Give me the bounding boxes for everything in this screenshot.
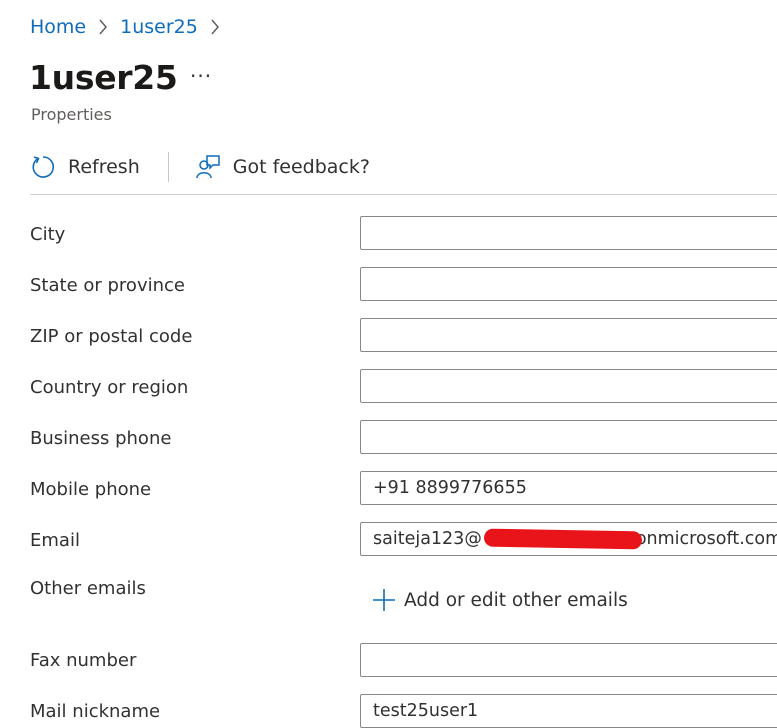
- refresh-button[interactable]: Refresh: [30, 154, 140, 180]
- plus-icon: [373, 589, 395, 611]
- page-subtitle: Properties: [31, 105, 112, 124]
- chevron-right-icon: [98, 19, 108, 35]
- mail-nickname-field[interactable]: test25user1: [360, 694, 777, 728]
- add-other-emails-button[interactable]: Add or edit other emails: [372, 588, 628, 612]
- refresh-icon: [32, 156, 55, 178]
- breadcrumb-home-link[interactable]: Home: [30, 16, 86, 38]
- page-title: 1user25: [29, 58, 178, 97]
- breadcrumb-user-link[interactable]: 1user25: [120, 16, 198, 38]
- feedback-icon: [196, 155, 220, 179]
- more-options-button[interactable]: ···: [190, 64, 212, 88]
- zip-label: ZIP or postal code: [30, 326, 193, 347]
- country-label: Country or region: [30, 377, 189, 398]
- city-field[interactable]: [360, 216, 777, 250]
- email-suffix: onmicrosoft.com: [635, 529, 777, 549]
- chevron-right-icon: [210, 19, 220, 35]
- fax-field[interactable]: [360, 643, 777, 677]
- zip-field[interactable]: [360, 318, 777, 352]
- mobile-phone-field[interactable]: +91 8899776655: [360, 471, 777, 505]
- mobile-phone-label: Mobile phone: [30, 479, 152, 500]
- add-other-emails-label: Add or edit other emails: [404, 589, 628, 611]
- toolbar-divider: [167, 152, 169, 182]
- toolbar-divider-line: [30, 194, 777, 195]
- business-phone-label: Business phone: [30, 428, 172, 449]
- redaction-mark: [483, 528, 642, 550]
- feedback-button[interactable]: Got feedback?: [195, 154, 370, 180]
- feedback-label: Got feedback?: [232, 156, 370, 178]
- state-field[interactable]: [360, 267, 777, 301]
- other-emails-label: Other emails: [30, 578, 146, 599]
- city-label: City: [30, 224, 66, 245]
- country-field[interactable]: [360, 369, 777, 403]
- fax-label: Fax number: [30, 650, 137, 671]
- breadcrumb: Home 1user25: [30, 16, 232, 38]
- business-phone-field[interactable]: [360, 420, 777, 454]
- email-label: Email: [30, 530, 80, 551]
- email-prefix: saiteja123@: [373, 529, 482, 549]
- mail-nickname-label: Mail nickname: [30, 701, 161, 722]
- command-bar: Refresh Got feedback?: [30, 148, 370, 186]
- refresh-label: Refresh: [68, 156, 140, 178]
- email-field[interactable]: saiteja123@ onmicrosoft.com: [360, 522, 777, 556]
- state-label: State or province: [30, 275, 185, 296]
